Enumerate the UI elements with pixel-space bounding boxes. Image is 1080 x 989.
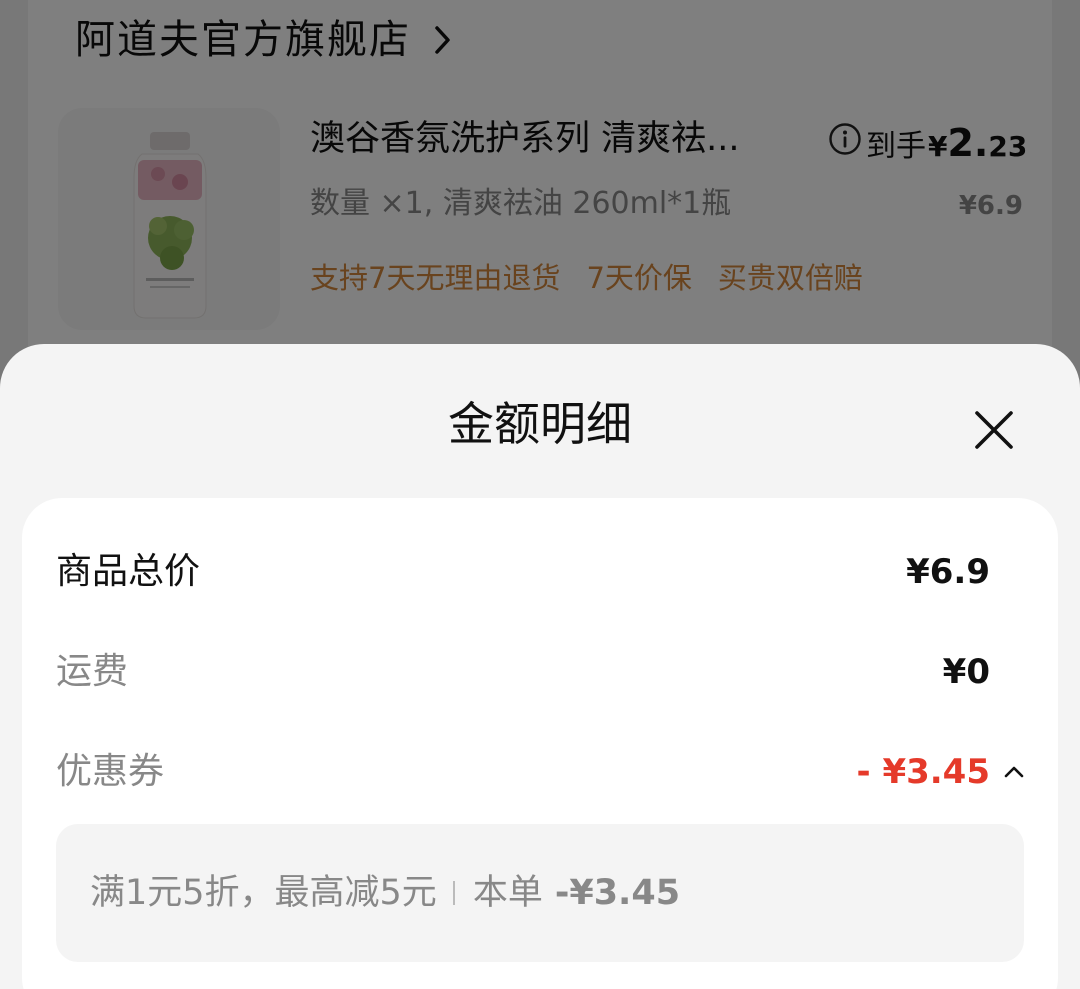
shipping-label: 运费 [56,651,129,692]
close-icon[interactable] [960,396,1028,464]
shipping-value: ¥0 [942,652,990,692]
chevron-up-icon[interactable] [1002,760,1026,784]
coupon-rule: 满1元5折，最高减5元 [90,873,437,913]
divider [452,881,455,905]
coupon-value: - ¥3.45 [856,752,991,792]
coupon-detail-box: 满1元5折，最高减5元 本单 -¥3.45 [56,824,1024,962]
subtotal-row: 商品总价 ¥6.9 [56,542,1026,602]
shipping-row: 运费 ¥0 [56,642,1026,702]
subtotal-value: ¥6.9 [906,552,990,592]
sheet-title: 金额明细 [448,397,632,451]
coupon-label: 优惠券 [56,751,165,792]
subtotal-label: 商品总价 [56,551,201,592]
coupon-order-amount: -¥3.45 [554,873,681,913]
coupon-detail: 满1元5折，最高减5元 本单 -¥3.45 [90,864,680,922]
amount-detail-sheet: 金额明细 商品总价 ¥6.9 运费 ¥0 优惠券 - ¥3.45 满1元5折，最… [0,344,1080,989]
coupon-order-label: 本单 [472,873,543,913]
amount-detail-card: 商品总价 ¥6.9 运费 ¥0 优惠券 - ¥3.45 满1元5折，最高减5元 … [22,498,1058,989]
coupon-row[interactable]: 优惠券 - ¥3.45 [56,742,1026,802]
